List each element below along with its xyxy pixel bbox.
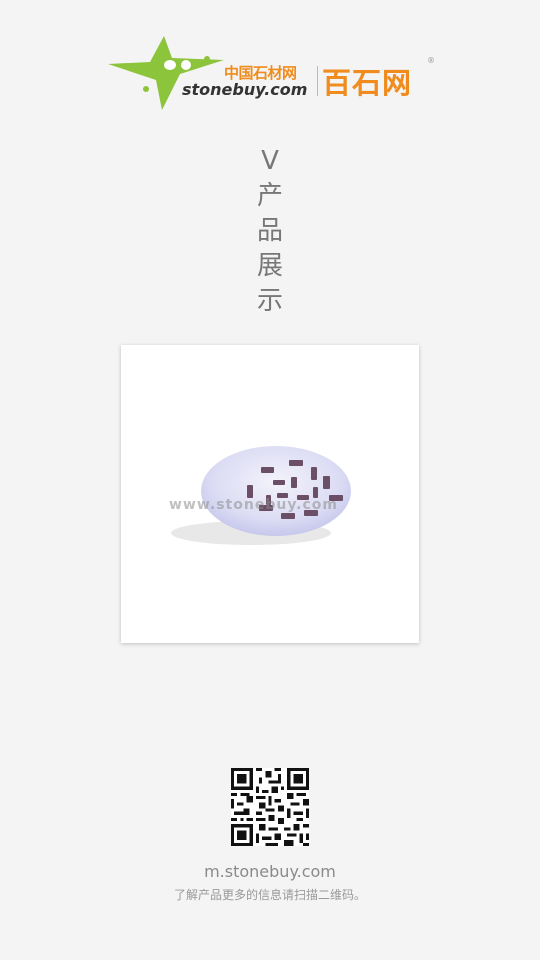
brand-logo: 中国石材网 stonebuy.com 百石网 ® [106,34,436,112]
product-card[interactable]: www.stonebuy.com [121,345,419,643]
qr-code-icon[interactable] [231,768,309,846]
logo-divider [317,66,318,96]
section-title-char: 示 [256,286,283,316]
product-photo [171,446,351,545]
product-watermark: www.stonebuy.com [169,497,338,513]
stonebuy-star-icon [108,36,224,110]
section-title: V 产 品 展 示 [250,144,290,319]
site-url[interactable]: m.stonebuy.com [0,862,540,881]
logo-brand-name: 百石网 [322,66,413,100]
registered-mark: ® [427,56,435,65]
logo-domain: stonebuy.com [182,80,308,99]
scan-hint-text: 了解产品更多的信息请扫描二维码。 [173,888,366,902]
section-title-char: V [261,146,279,176]
section-title-char: 产 [256,181,283,211]
section-title-char: 品 [256,216,283,246]
section-title-char: 展 [256,251,283,281]
